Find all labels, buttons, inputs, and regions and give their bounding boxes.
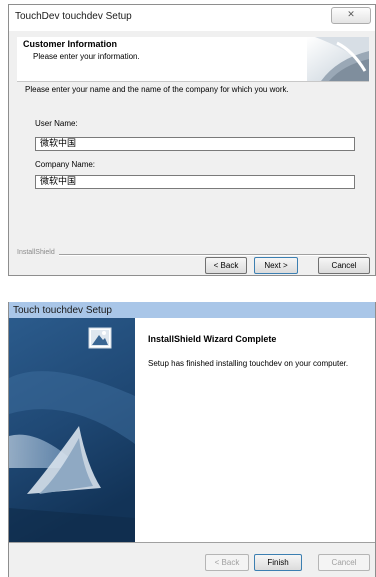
next-button[interactable]: Next >	[254, 257, 298, 274]
complete-heading: InstallShield Wizard Complete	[148, 334, 277, 344]
window-title: Touch touchdev Setup	[13, 305, 112, 316]
close-button[interactable]: ✕	[331, 7, 371, 24]
setup-dialog-complete: Touch touchdev Setup InstallShield Wizar…	[8, 302, 376, 577]
next-button-label: Next >	[264, 261, 288, 270]
setup-dialog-customer-info: TouchDev touchdev Setup ✕ Customer Infor…	[8, 4, 376, 276]
instructions-text: Please enter your name and the name of t…	[25, 85, 289, 94]
installshield-brand: InstallShield	[17, 249, 59, 256]
cancel-button-label: Cancel	[331, 558, 357, 567]
back-button-label: < Back	[213, 261, 239, 270]
installshield-divider: InstallShield	[17, 249, 367, 261]
installshield-header-graphic	[307, 37, 369, 81]
user-name-value: 微软中国	[40, 139, 77, 149]
cancel-button[interactable]: Cancel	[318, 257, 370, 274]
header-subtitle: Please enter your information.	[33, 52, 140, 61]
cancel-button-label: Cancel	[331, 261, 357, 270]
company-name-field[interactable]: 微软中国	[35, 175, 355, 189]
wizard-header: Customer Information Please enter your i…	[17, 37, 369, 82]
divider-rule	[17, 254, 367, 256]
complete-message: Setup has finished installing touchdev o…	[148, 359, 349, 368]
company-name-label: Company Name:	[35, 160, 96, 169]
finish-button-label: Finish	[267, 558, 289, 567]
title-bar[interactable]: Touch touchdev Setup	[9, 302, 375, 318]
wizard-body: Please enter your name and the name of t…	[17, 82, 369, 232]
user-name-field[interactable]: 微软中国	[35, 137, 355, 151]
close-icon: ✕	[347, 10, 355, 20]
back-button[interactable]: < Back	[205, 554, 249, 571]
window-title: TouchDev touchdev Setup	[15, 11, 132, 22]
finish-button[interactable]: Finish	[254, 554, 302, 571]
company-name-value: 微软中国	[40, 177, 77, 187]
header-title: Customer Information	[23, 39, 118, 49]
back-button[interactable]: < Back	[205, 257, 247, 274]
wizard-footer: < Back Finish Cancel	[9, 542, 375, 577]
title-bar[interactable]: TouchDev touchdev Setup ✕	[9, 5, 375, 31]
back-button-label: < Back	[214, 558, 240, 567]
installer-logo-icon	[88, 327, 112, 349]
cancel-button[interactable]: Cancel	[318, 554, 370, 571]
installshield-side-panel	[9, 318, 135, 542]
user-name-label: User Name:	[35, 119, 78, 128]
